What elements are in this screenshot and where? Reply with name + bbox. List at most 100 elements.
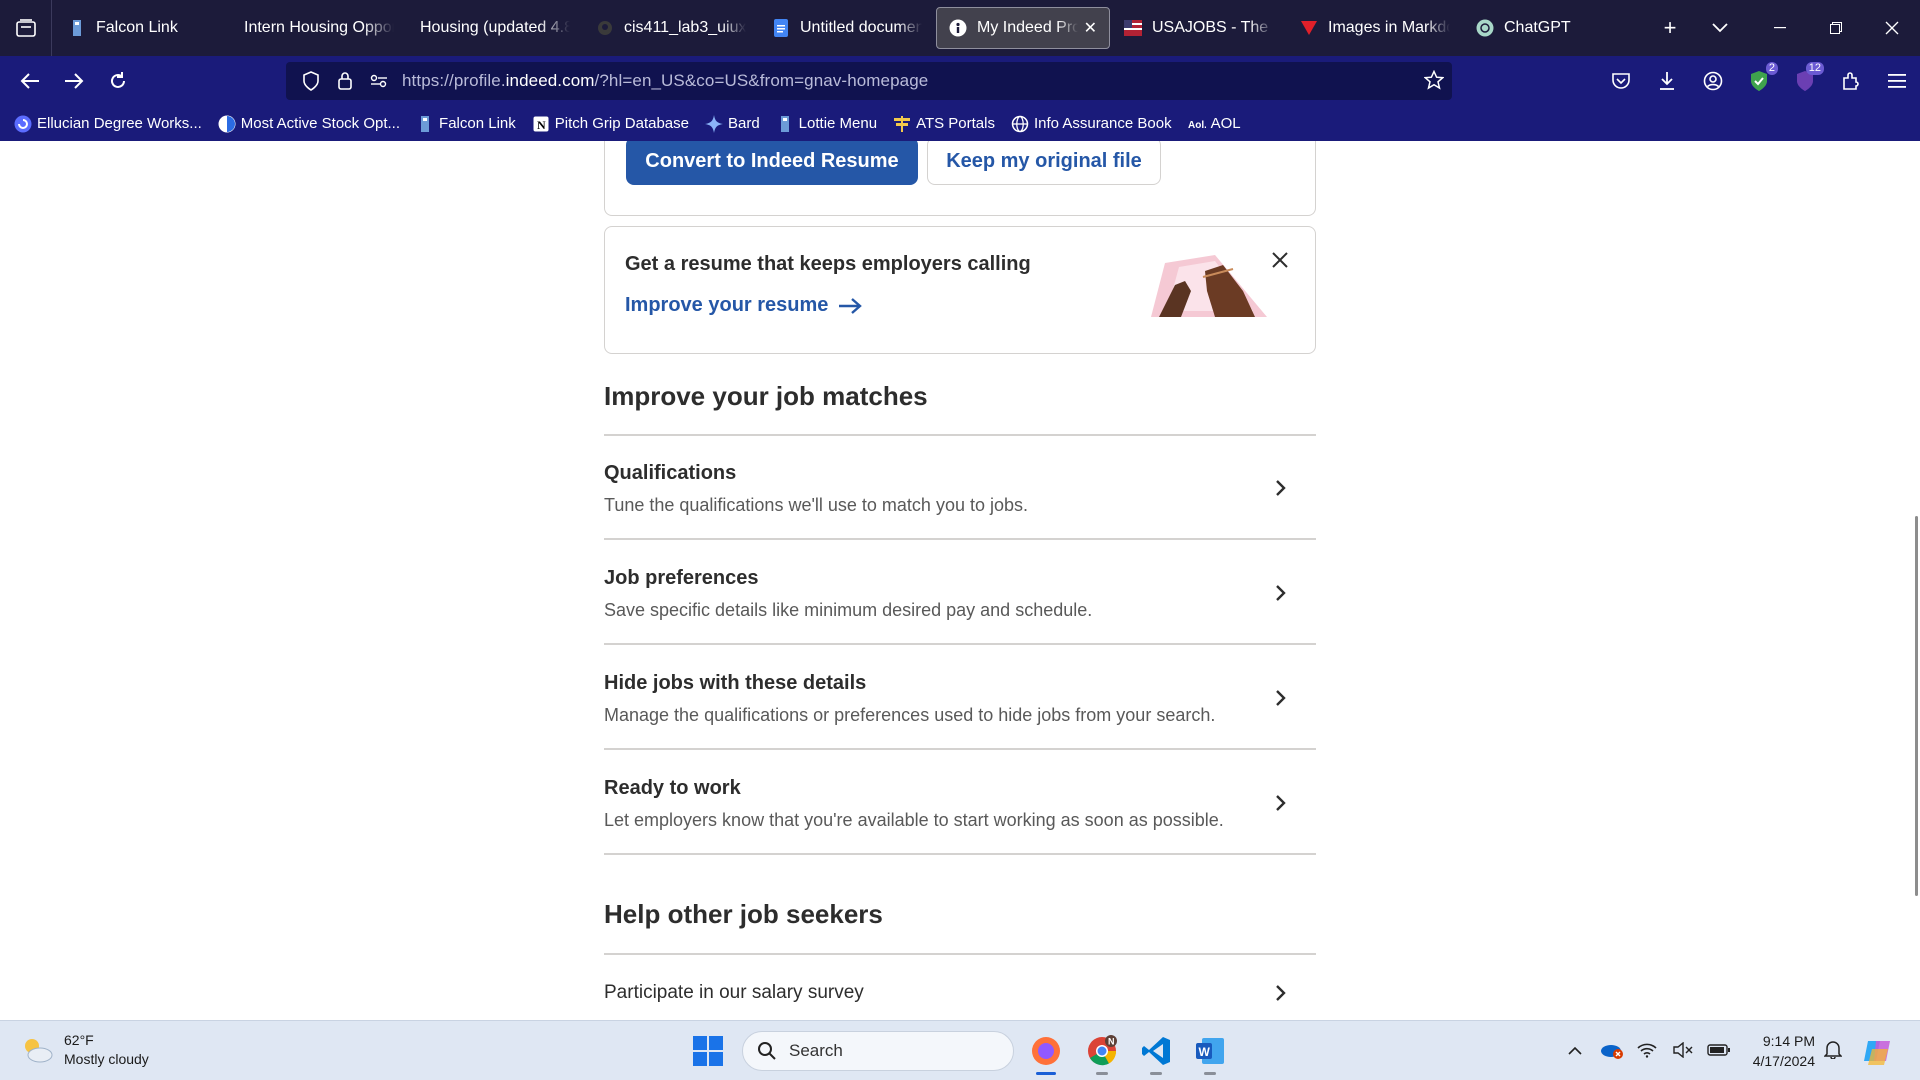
minimize-button[interactable]: [1752, 0, 1808, 56]
chrome-icon: N: [1088, 1035, 1117, 1066]
bookmark-label: Info Assurance Book: [1033, 115, 1172, 132]
tab-housing-updated[interactable]: Housing (updated 4.8: [408, 7, 582, 49]
taskbar-chrome[interactable]: N: [1082, 1031, 1122, 1075]
taskbar-search-box[interactable]: Search: [742, 1031, 1014, 1071]
volume-button[interactable]: [1668, 1035, 1698, 1065]
notion-icon: N: [532, 115, 550, 133]
taskbar-clock[interactable]: 9:14 PM 4/17/2024: [1745, 1031, 1815, 1071]
bookmark-pitch-grip[interactable]: N Pitch Grip Database: [532, 115, 689, 133]
taskbar-firefox[interactable]: [1026, 1031, 1066, 1075]
list-item-title: Hide jobs with these details: [604, 672, 867, 694]
tab-falcon-link[interactable]: Falcon Link: [56, 7, 230, 49]
bookmark-stock-options[interactable]: Most Active Stock Opt...: [218, 115, 400, 133]
bookmark-lottie-menu[interactable]: Lottie Menu: [776, 115, 877, 133]
navigation-toolbar: https://profile.indeed.com/?hl=en_US&co=…: [0, 56, 1920, 106]
forward-arrow-icon: [65, 73, 84, 89]
extension-ublock-button[interactable]: 12: [1782, 56, 1828, 106]
lottie-icon: [776, 115, 794, 133]
back-button[interactable]: [8, 61, 52, 101]
taskbar-word[interactable]: W: [1190, 1031, 1230, 1075]
search-icon: [758, 1042, 776, 1060]
weather-temperature: 62°F: [64, 1032, 94, 1048]
convert-to-indeed-resume-button[interactable]: Convert to Indeed Resume: [626, 141, 918, 185]
volume-muted-icon: [1673, 1042, 1693, 1058]
promo-title: Get a resume that keeps employers callin…: [625, 253, 1031, 275]
svg-text:W: W: [1199, 1045, 1211, 1059]
app-menu-button[interactable]: [1874, 56, 1920, 106]
lock-icon[interactable]: [328, 71, 362, 91]
running-indicator: [1204, 1072, 1216, 1075]
restore-button[interactable]: [1808, 0, 1864, 56]
tab-cis411[interactable]: cis411_lab3_uiux/: [584, 7, 758, 49]
page-scrollbar[interactable]: [1915, 516, 1918, 896]
copilot-icon[interactable]: [1862, 1035, 1894, 1067]
account-button[interactable]: [1690, 56, 1736, 106]
tab-chatgpt[interactable]: ChatGPT: [1464, 7, 1638, 49]
bookmark-star-icon[interactable]: [1423, 69, 1445, 96]
plus-icon: +: [1663, 15, 1677, 40]
list-item-hide-jobs[interactable]: Hide jobs with these details Manage the …: [604, 646, 1316, 750]
extensions-button[interactable]: [1828, 56, 1874, 106]
tab-intern-housing[interactable]: Intern Housing Oppor: [232, 7, 406, 49]
address-bar[interactable]: https://profile.indeed.com/?hl=en_US&co=…: [286, 62, 1452, 100]
permissions-icon[interactable]: [362, 74, 396, 88]
onedrive-button[interactable]: [1596, 1035, 1626, 1065]
bookmark-aol[interactable]: Aol. AOL: [1187, 115, 1241, 133]
chevron-up-icon: [1568, 1046, 1582, 1055]
keep-original-file-button[interactable]: Keep my original file: [927, 141, 1161, 185]
close-tab-icon[interactable]: ✕: [1084, 18, 1097, 38]
battery-button[interactable]: [1704, 1035, 1734, 1065]
new-tab-button[interactable]: +: [1650, 8, 1690, 48]
minimize-icon: [1774, 27, 1786, 29]
forward-button[interactable]: [52, 61, 96, 101]
list-item-job-preferences[interactable]: Job preferences Save specific details li…: [604, 541, 1316, 645]
show-hidden-icons-button[interactable]: [1560, 1035, 1590, 1065]
stock-icon: [218, 115, 236, 133]
github-icon: [596, 19, 614, 37]
wifi-icon: [1637, 1043, 1657, 1058]
url-prefix: https://profile.: [402, 71, 506, 90]
windows-start-button[interactable]: [690, 1033, 726, 1069]
list-item-salary-survey[interactable]: Participate in our salary survey: [604, 955, 1316, 1020]
tracking-protection-shield-icon[interactable]: [294, 71, 328, 91]
close-icon: [1885, 21, 1899, 35]
battery-icon: [1707, 1044, 1730, 1056]
notifications-button[interactable]: [1823, 1039, 1843, 1064]
tab-untitled-document[interactable]: Untitled documen: [760, 7, 934, 49]
list-item-ready-to-work[interactable]: Ready to work Let employers know that yo…: [604, 751, 1316, 855]
reload-icon: [111, 72, 125, 88]
bookmark-bard[interactable]: Bard: [704, 114, 760, 133]
bookmark-falcon-link[interactable]: Falcon Link: [416, 115, 516, 133]
taskbar-vscode[interactable]: [1136, 1031, 1176, 1075]
bard-icon: [704, 114, 723, 133]
bookmark-ats-portals[interactable]: ATS Portals: [893, 115, 995, 133]
downloads-button[interactable]: [1644, 56, 1690, 106]
list-all-tabs-button[interactable]: [1700, 8, 1740, 48]
bookmark-info-assurance[interactable]: Info Assurance Book: [1011, 115, 1172, 133]
download-icon: [1660, 72, 1674, 90]
network-button[interactable]: [1632, 1035, 1662, 1065]
tab-overview-button[interactable]: [0, 0, 52, 56]
aol-icon: Aol.: [1187, 115, 1206, 133]
puzzle-icon: [1843, 72, 1859, 90]
tab-label: Falcon Link: [96, 19, 178, 36]
cloudy-weather-icon: [25, 1039, 53, 1063]
back-arrow-icon: [20, 73, 39, 89]
tab-overview-icon: [15, 19, 36, 37]
dismiss-promo-button[interactable]: [1267, 247, 1293, 273]
improve-resume-link[interactable]: Improve your resume: [625, 294, 863, 317]
chevron-right-icon: [1276, 985, 1286, 1001]
bookmark-ellucian[interactable]: Ellucian Degree Works...: [14, 115, 202, 133]
close-window-button[interactable]: [1864, 0, 1920, 56]
tab-images-markdown[interactable]: Images in Markdo: [1288, 7, 1462, 49]
chevron-right-icon: [1276, 690, 1286, 706]
weather-widget[interactable]: 62°F Mostly cloudy: [20, 1031, 149, 1069]
pocket-button[interactable]: [1598, 56, 1644, 106]
tab-usajobs[interactable]: USAJOBS - The Fe: [1112, 7, 1286, 49]
tab-my-indeed-profile[interactable]: My Indeed Pro ✕: [936, 7, 1110, 49]
list-item-qualifications[interactable]: Qualifications Tune the qualifications w…: [604, 436, 1316, 540]
reload-button[interactable]: [96, 61, 140, 101]
extension-shield-button[interactable]: 2: [1736, 56, 1782, 106]
ellucian-icon: [14, 115, 32, 133]
url-domain: indeed.com: [505, 71, 595, 90]
